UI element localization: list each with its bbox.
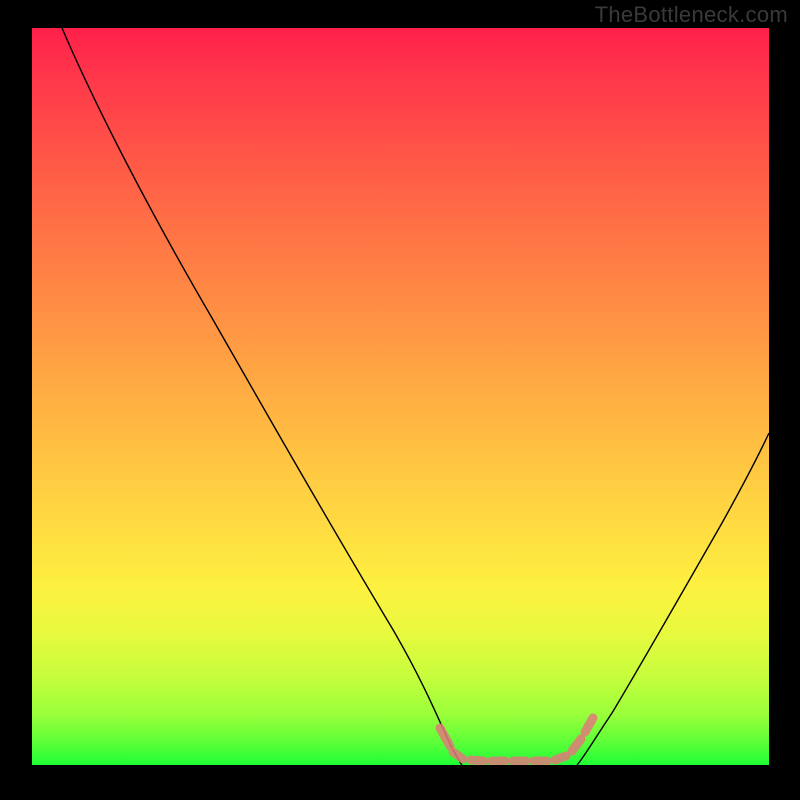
optimal-band — [440, 718, 593, 761]
watermark-label: TheBottleneck.com — [595, 2, 788, 28]
chart-plot-area — [32, 28, 769, 765]
chart-svg — [32, 28, 769, 765]
right-curve-line — [577, 433, 769, 765]
left-curve-line — [62, 28, 462, 765]
